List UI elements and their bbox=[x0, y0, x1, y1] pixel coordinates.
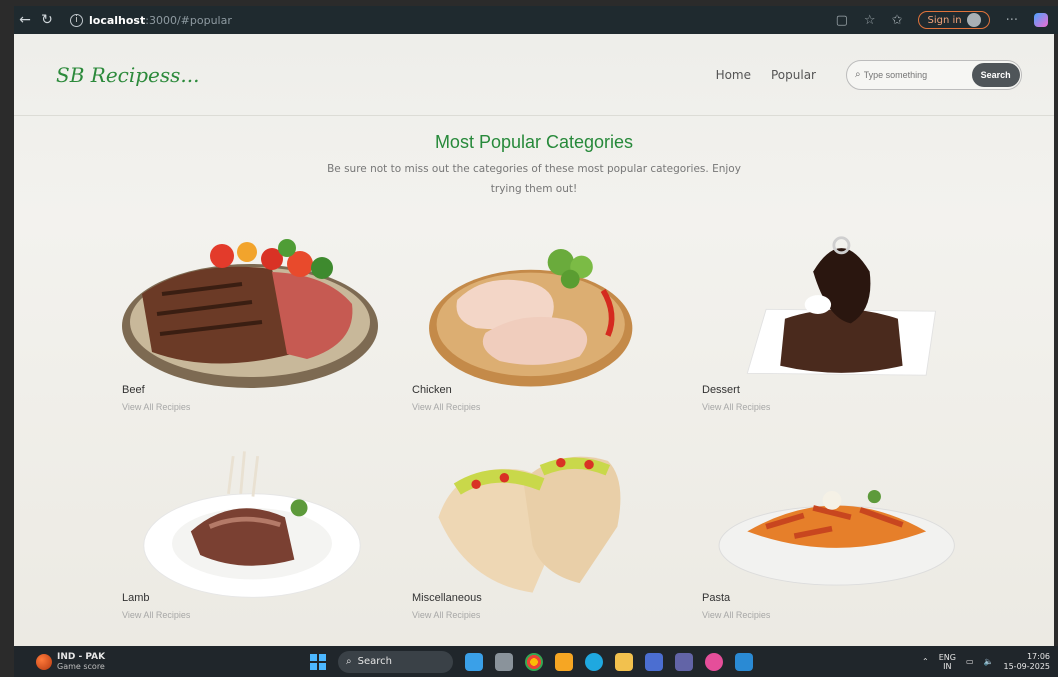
category-title[interactable]: Lamb bbox=[122, 592, 150, 604]
widgets-app-icon[interactable] bbox=[465, 652, 483, 671]
lamb-image bbox=[143, 451, 361, 598]
windows-start-icon[interactable] bbox=[310, 653, 326, 670]
chrome-icon[interactable] bbox=[525, 652, 543, 671]
chevron-up-icon[interactable]: ⌃ bbox=[922, 657, 929, 666]
file-explorer-icon[interactable] bbox=[615, 652, 633, 671]
refresh-icon[interactable]: ↻ bbox=[36, 12, 58, 28]
dessert-image bbox=[746, 236, 937, 376]
tacos-image bbox=[438, 456, 621, 593]
clock-time: 17:06 bbox=[1026, 651, 1050, 661]
site-navbar: SB Recipess... Home Popular ⌕ Search bbox=[14, 34, 1054, 116]
section-title: Most Popular Categories bbox=[434, 132, 634, 152]
clock-date: 15-09-2025 bbox=[1003, 661, 1051, 671]
system-tray: ⌃ ENG IN ▭ 🔈 17:06 15-09-2025 bbox=[922, 652, 1058, 672]
chicken-image bbox=[429, 249, 633, 387]
address-path: :3000/#popular bbox=[145, 13, 232, 27]
site-logo[interactable]: SB Recipess... bbox=[56, 63, 200, 87]
category-link[interactable]: View All Recipies bbox=[412, 610, 480, 620]
beef-image bbox=[122, 239, 378, 388]
category-link[interactable]: View All Recipies bbox=[122, 610, 190, 620]
store-icon[interactable] bbox=[645, 652, 663, 671]
sign-in-button[interactable]: Sign in bbox=[918, 11, 990, 29]
task-view-icon[interactable] bbox=[495, 652, 513, 671]
web-page: SB Recipess... Home Popular ⌕ Search Mos… bbox=[14, 34, 1054, 646]
popular-section-header: Most Popular Categories Be sure not to m… bbox=[14, 132, 1054, 199]
language-label: ENG bbox=[938, 652, 956, 662]
category-link[interactable]: View All Recipies bbox=[702, 402, 770, 412]
search-icon: ⌕ bbox=[855, 69, 861, 80]
volume-icon[interactable]: 🔈 bbox=[984, 657, 994, 666]
category-card-beef[interactable]: Beef View All Recipies bbox=[122, 234, 382, 444]
clock[interactable]: 17:06 15-09-2025 bbox=[1004, 652, 1051, 672]
category-link[interactable]: View All Recipies bbox=[122, 402, 190, 412]
photos-icon[interactable] bbox=[555, 652, 573, 671]
language-sub: IN bbox=[943, 661, 952, 671]
copilot-icon[interactable] bbox=[1034, 13, 1048, 27]
edge-icon[interactable] bbox=[585, 652, 603, 671]
copilot-app-icon[interactable] bbox=[705, 652, 723, 671]
news-subtitle: Game score bbox=[57, 662, 105, 671]
taskbar-search-label: Search bbox=[357, 656, 392, 667]
category-card-dessert[interactable]: Dessert View All Recipies bbox=[702, 234, 962, 444]
sign-in-label: Sign in bbox=[927, 14, 962, 26]
teams-icon[interactable] bbox=[675, 652, 693, 671]
category-title[interactable]: Beef bbox=[122, 384, 145, 396]
search-input[interactable] bbox=[863, 69, 972, 80]
category-title[interactable]: Miscellaneous bbox=[412, 592, 482, 604]
category-card-lamb[interactable]: Lamb View All Recipies bbox=[122, 442, 382, 646]
favorite-star-icon[interactable]: ☆ bbox=[864, 13, 876, 28]
network-icon[interactable]: ▭ bbox=[966, 657, 974, 666]
category-grid: Beef View All Recipies Chicken View All … bbox=[14, 234, 1054, 646]
search-icon: ⌕ bbox=[346, 656, 352, 667]
news-widget[interactable]: IND - PAK Game score bbox=[14, 652, 304, 671]
language-indicator[interactable]: ENG IN bbox=[939, 653, 956, 671]
favorites-list-icon[interactable]: ✩ bbox=[892, 13, 903, 28]
search-box: ⌕ Search bbox=[846, 59, 1022, 90]
section-subtitle: Be sure not to miss out the categories o… bbox=[327, 163, 741, 195]
category-title[interactable]: Chicken bbox=[412, 384, 452, 396]
windows-taskbar: IND - PAK Game score ⌕ Search ⌃ ENG IN ▭… bbox=[14, 646, 1058, 677]
search-button[interactable]: Search bbox=[971, 62, 1020, 87]
category-title[interactable]: Dessert bbox=[702, 384, 740, 396]
address-host: localhost bbox=[89, 13, 146, 27]
split-screen-icon[interactable]: ▢ bbox=[836, 13, 848, 28]
more-menu-icon[interactable]: ··· bbox=[1006, 13, 1018, 28]
category-title[interactable]: Pasta bbox=[702, 592, 730, 604]
back-arrow-icon[interactable]: ← bbox=[14, 12, 36, 28]
category-card-pasta[interactable]: Pasta View All Recipies bbox=[702, 442, 962, 646]
category-link[interactable]: View All Recipies bbox=[702, 610, 770, 620]
news-title: IND - PAK bbox=[57, 652, 106, 662]
nav-home-link[interactable]: Home bbox=[716, 68, 751, 82]
category-card-miscellaneous[interactable]: Miscellaneous View All Recipies bbox=[412, 442, 672, 646]
category-link[interactable]: View All Recipies bbox=[412, 402, 480, 412]
avatar-icon bbox=[966, 13, 981, 27]
taskbar-search[interactable]: ⌕ Search bbox=[338, 650, 453, 673]
info-icon[interactable]: i bbox=[70, 13, 83, 27]
pasta-image bbox=[718, 490, 955, 586]
nav-popular-link[interactable]: Popular bbox=[771, 68, 816, 82]
cricket-ball-icon bbox=[36, 653, 52, 670]
vscode-icon[interactable] bbox=[735, 652, 753, 671]
browser-toolbar: ← ↻ i localhost :3000/#popular ▢ ☆ ✩ Sig… bbox=[14, 6, 1058, 34]
category-card-chicken[interactable]: Chicken View All Recipies bbox=[412, 234, 672, 444]
address-bar[interactable]: i localhost :3000/#popular bbox=[70, 13, 232, 27]
